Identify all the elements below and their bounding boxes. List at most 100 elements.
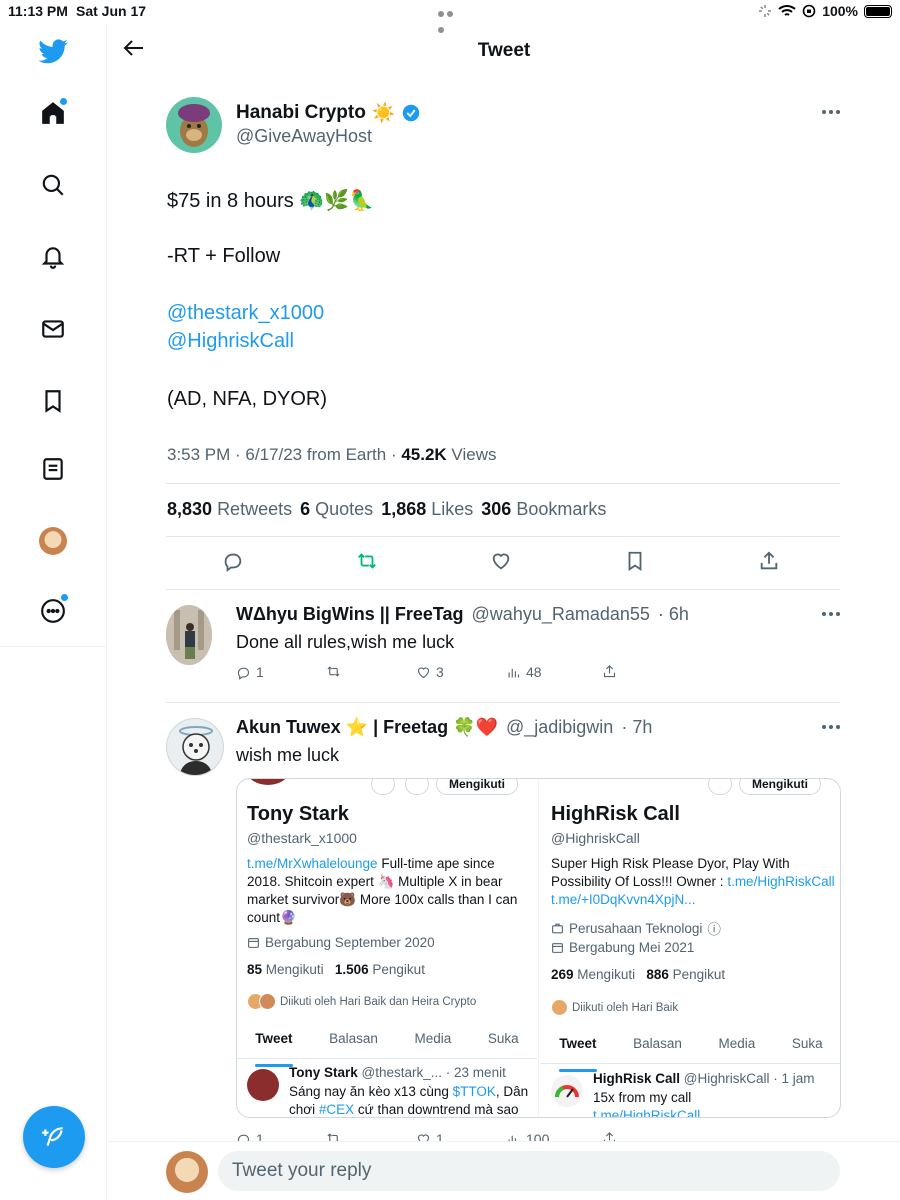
reply-author[interactable]: WΔhyu BigWins || FreeTag @wahyu_Ramadan55…: [236, 604, 689, 625]
profile-card-tony-stark: Mengikuti Tony Stark @thestark_x1000 t.m…: [237, 779, 539, 1117]
cartoon-avatar-icon: [179, 726, 213, 775]
nav-home[interactable]: [28, 88, 78, 138]
twitter-logo-icon[interactable]: [28, 26, 78, 76]
reply-text: wish me luck: [236, 745, 340, 765]
notify-button: [708, 779, 732, 795]
status-bar: 11:13 PM Sat Jun 17 100%: [0, 0, 900, 33]
verified-badge-icon: [402, 104, 419, 122]
notify-button: [405, 779, 429, 795]
profile-joined: Bergabung Mei 2021: [551, 940, 694, 955]
tweet-line-2: -RT + Follow: [167, 245, 281, 267]
share-icon: [760, 551, 778, 570]
briefcase-icon: [552, 923, 563, 933]
tweet-actions: [166, 550, 840, 576]
author-handle[interactable]: @GiveAwayHost: [236, 126, 372, 147]
reply-avatar[interactable]: [166, 605, 212, 665]
nav-lists[interactable]: [28, 444, 78, 494]
reply-views[interactable]: 48: [506, 664, 542, 680]
tweet-more-icon[interactable]: [822, 110, 840, 116]
author-emoji: ☀️: [371, 103, 396, 124]
reply-retweet-button[interactable]: [326, 664, 341, 679]
share-button[interactable]: [758, 550, 784, 576]
reply-icon: [237, 667, 250, 680]
status-date: Sat Jun 17: [76, 3, 147, 19]
page-header: Tweet: [108, 24, 900, 76]
reply-composer: Tweet your reply: [108, 1141, 900, 1200]
reply-reply-button[interactable]: 1: [236, 664, 264, 680]
list-icon: [43, 458, 63, 480]
photo-avatar-icon: [166, 605, 212, 665]
author-name[interactable]: Hanabi Crypto ☀️: [236, 101, 420, 125]
loading-icon: [759, 5, 772, 17]
page-title: Tweet: [477, 40, 531, 61]
retweet-icon: [358, 553, 376, 569]
info-icon: ⓘ: [707, 922, 721, 937]
rotation-lock-icon: [802, 4, 816, 18]
bookmark-button[interactable]: [624, 550, 650, 576]
reply-more-icon[interactable]: [822, 725, 840, 731]
compose-tweet-button[interactable]: [23, 1106, 85, 1168]
quotes-stat[interactable]: 6 Quotes: [300, 499, 373, 520]
profile-bio: Super High Risk Please Dyor, Play With P…: [551, 856, 835, 907]
mail-icon: [42, 320, 64, 338]
profile-joined: Bergabung September 2020: [247, 935, 435, 950]
sidebar: [0, 24, 107, 1200]
reply-avatar[interactable]: [166, 718, 224, 776]
embedded-tweet-text: 15x from my call t.me/HighRiskCall: [593, 1090, 701, 1118]
profile-tabs: Tweet Balasan Media Suka: [237, 1025, 537, 1067]
embedded-tweet-author: HighRisk Call @HighriskCall · 1 jam: [593, 1071, 815, 1086]
attached-image[interactable]: Mengikuti Tony Stark @thestark_x1000 t.m…: [236, 778, 841, 1118]
nav-more[interactable]: [28, 586, 78, 636]
reply-share-button[interactable]: [602, 664, 617, 679]
mention-link-2[interactable]: @HighriskCall: [167, 330, 294, 353]
nav-notifications[interactable]: [28, 232, 78, 282]
nav-profile[interactable]: [28, 516, 78, 566]
tweet-meta: 3:53 PM · 6/17/23 from Earth · 45.2K Vie…: [167, 445, 496, 465]
tweet-avatar: [247, 1069, 279, 1101]
embedded-tweet-text: Sáng nay ăn kèo x13 cùng $TTOK, Dân chơi…: [289, 1084, 529, 1117]
profile-follow-counts: 85 Mengikuti 1.506 Pengikut: [247, 962, 425, 977]
reply-like-button[interactable]: 3: [416, 664, 444, 680]
profile-tabs: Tweet Balasan Media Suka: [541, 1030, 840, 1072]
following-button: Mengikuti: [436, 779, 518, 795]
sidebar-divider: [0, 646, 107, 647]
views-label: Views: [446, 445, 497, 464]
profile-category: Perusahaan Teknologi ⓘ: [551, 918, 721, 938]
profile-handle: @HighriskCall: [551, 830, 640, 846]
author-avatar[interactable]: [166, 97, 222, 153]
battery-icon: [864, 4, 892, 18]
wifi-icon: [778, 5, 796, 16]
nav-messages[interactable]: [28, 304, 78, 354]
bookmarks-stat[interactable]: 306 Bookmarks: [481, 499, 606, 520]
status-time: 11:13 PM: [8, 3, 68, 19]
reply-author[interactable]: Akun Tuwex ⭐ | Freetag 🍀❤️ @_jadibigwin · …: [236, 717, 652, 738]
retweets-stat[interactable]: 8,830 Retweets: [167, 499, 292, 520]
reply-input[interactable]: Tweet your reply: [218, 1151, 840, 1191]
home-notification-dot: [60, 98, 67, 105]
nav-bookmarks[interactable]: [28, 376, 78, 426]
author-name-text: Hanabi Crypto: [236, 102, 366, 123]
retweet-button[interactable]: [356, 550, 382, 576]
gauge-avatar-icon: [551, 1075, 583, 1107]
following-button: Mengikuti: [739, 779, 821, 795]
bell-icon: [41, 247, 65, 269]
mention-link-1[interactable]: @thestark_x1000: [167, 302, 324, 325]
tweet-timestamp[interactable]: 3:53 PM · 6/17/23 from Earth ·: [167, 445, 401, 464]
ape-avatar-icon: [178, 104, 210, 147]
reply-text: Done all rules,wish me luck: [236, 632, 455, 652]
heart-icon: [417, 666, 430, 678]
tweet-line-3: (AD, NFA, DYOR): [167, 388, 328, 410]
reply-more-icon[interactable]: [822, 612, 840, 618]
tweet-stats: 8,830 Retweets 6 Quotes 1,868 Likes 306 …: [167, 499, 606, 520]
nav-explore[interactable]: [28, 160, 78, 210]
bookmark-icon: [628, 551, 642, 571]
profile-name: Tony Stark: [247, 803, 349, 825]
reply-button[interactable]: [222, 550, 248, 576]
profile-name: HighRisk Call: [551, 803, 680, 825]
multitasking-dots-icon[interactable]: [438, 4, 464, 33]
divider: [166, 536, 840, 537]
divider: [166, 702, 840, 703]
views-count: 45.2K: [401, 445, 447, 464]
like-button[interactable]: [490, 550, 516, 576]
likes-stat[interactable]: 1,868 Likes: [381, 499, 473, 520]
